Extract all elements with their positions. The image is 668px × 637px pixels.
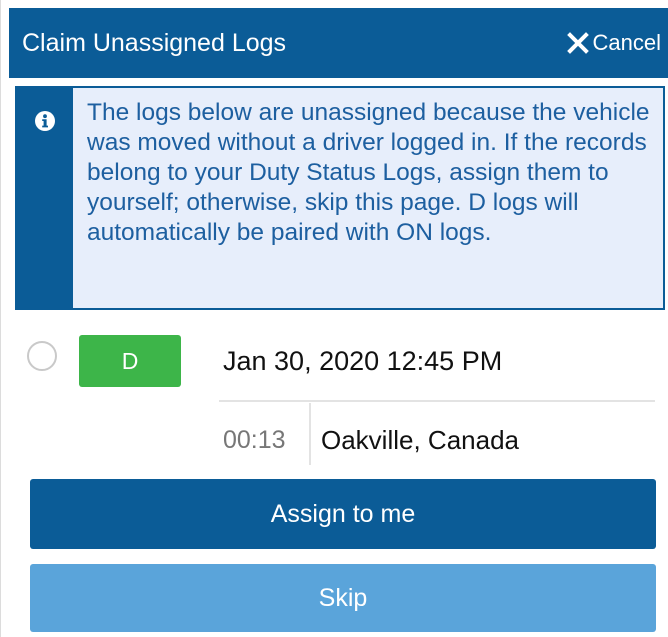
assign-to-me-button[interactable]: Assign to me: [30, 479, 656, 549]
log-datetime: Jan 30, 2020 12:45 PM: [223, 346, 503, 376]
info-notice: The logs below are unassigned because th…: [15, 86, 665, 310]
skip-button[interactable]: Skip: [30, 564, 656, 632]
log-duration: 00:13: [223, 426, 286, 454]
info-message: The logs below are unassigned because th…: [87, 99, 650, 246]
log-location: Oakville, Canada: [321, 425, 519, 455]
info-sidebar: [17, 88, 73, 308]
cancel-button[interactable]: Cancel: [566, 27, 661, 59]
row-divider: [219, 400, 655, 402]
column-divider: [309, 403, 311, 465]
info-icon: [34, 110, 56, 132]
claim-unassigned-logs-dialog: Claim Unassigned Logs Cancel The logs be…: [0, 0, 668, 637]
log-select-radio[interactable]: [27, 341, 57, 371]
close-icon: [566, 32, 589, 54]
status-badge: D: [79, 335, 181, 387]
cancel-label: Cancel: [592, 30, 661, 55]
dialog-header: Claim Unassigned Logs Cancel: [9, 8, 668, 78]
dialog-title: Claim Unassigned Logs: [22, 29, 287, 57]
